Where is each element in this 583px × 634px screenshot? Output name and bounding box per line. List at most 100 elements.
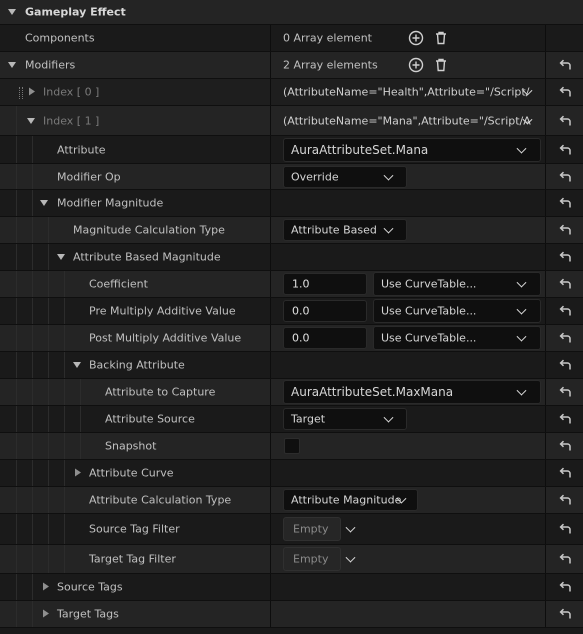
reset-arrow-icon[interactable] <box>558 305 572 317</box>
section-title: Gameplay Effect <box>25 5 126 19</box>
expand-arrow-icon[interactable] <box>8 9 16 15</box>
reset-arrow-icon[interactable] <box>558 440 572 452</box>
target-tag-filter-label: Target Tag Filter <box>89 552 176 566</box>
pre-multiply-input[interactable]: 0.0 <box>283 300 367 322</box>
modifier-magnitude-row[interactable]: Modifier Magnitude <box>0 190 583 217</box>
add-element-icon[interactable] <box>408 57 424 73</box>
backing-attribute-label: Backing Attribute <box>89 358 185 372</box>
pre-multiply-curve-value: Use CurveTable... <box>381 304 477 318</box>
post-multiply-curve-combo[interactable]: Use CurveTable... <box>373 326 541 350</box>
reset-arrow-icon[interactable] <box>558 553 572 565</box>
magnitude-calc-type-row: Magnitude Calculation Type Attribute Bas… <box>0 217 583 244</box>
target-tags-label: Target Tags <box>57 607 119 621</box>
expand-arrow-icon[interactable] <box>73 362 81 368</box>
modifiers-count: 2 Array elements <box>283 58 378 72</box>
reset-arrow-icon[interactable] <box>558 115 572 127</box>
post-multiply-curve-value: Use CurveTable... <box>381 331 477 345</box>
modifiers-label: Modifiers <box>25 58 76 72</box>
modifiers-row[interactable]: Modifiers 2 Array elements <box>0 52 583 79</box>
collapse-arrow-icon[interactable] <box>43 609 49 618</box>
modifier-op-label: Modifier Op <box>57 170 121 183</box>
source-tags-row[interactable]: Source Tags <box>0 574 583 601</box>
reset-arrow-icon[interactable] <box>558 59 572 71</box>
chevron-down-icon <box>516 277 527 288</box>
modifier-op-value: Override <box>291 170 339 183</box>
reset-arrow-icon[interactable] <box>558 171 572 183</box>
reset-arrow-icon[interactable] <box>558 251 572 263</box>
reset-arrow-icon[interactable] <box>558 413 572 425</box>
modifier-op-combo[interactable]: Override <box>283 165 407 188</box>
trash-icon[interactable] <box>433 57 449 73</box>
chevron-down-icon <box>516 304 527 315</box>
post-multiply-row: Post Multiply Additive Value 0.0 Use Cur… <box>0 325 583 352</box>
reset-arrow-icon[interactable] <box>558 197 572 209</box>
reset-arrow-icon[interactable] <box>558 224 572 236</box>
chevron-down-icon[interactable] <box>345 552 356 563</box>
coefficient-input[interactable]: 1.0 <box>283 273 367 295</box>
collapse-arrow-icon[interactable] <box>75 468 81 477</box>
source-tag-filter-box[interactable]: Empty <box>283 517 341 541</box>
attribute-curve-label: Attribute Curve <box>89 466 174 480</box>
coefficient-row: Coefficient 1.0 Use CurveTable... <box>0 271 583 298</box>
attribute-to-capture-combo[interactable]: AuraAttributeSet.MaxMana <box>283 380 541 404</box>
pre-multiply-curve-combo[interactable]: Use CurveTable... <box>373 299 541 323</box>
index-0-summary: (AttributeName="Health",Attribute="/Scri… <box>283 85 530 99</box>
reset-arrow-icon[interactable] <box>558 359 572 371</box>
snapshot-checkbox[interactable] <box>284 438 300 454</box>
coefficient-curve-combo[interactable]: Use CurveTable... <box>373 272 541 296</box>
reset-arrow-icon[interactable] <box>558 581 572 593</box>
attribute-to-capture-row: Attribute to Capture AuraAttributeSet.Ma… <box>0 379 583 406</box>
magnitude-calc-type-label: Magnitude Calculation Type <box>73 223 225 237</box>
expand-arrow-icon[interactable] <box>57 254 65 260</box>
collapse-arrow-icon[interactable] <box>43 582 49 591</box>
components-row: Components 0 Array element <box>0 25 583 52</box>
magnitude-calc-type-value: Attribute Based <box>291 223 377 237</box>
attribute-source-row: Attribute Source Target <box>0 406 583 433</box>
target-tag-filter-box[interactable]: Empty <box>283 547 341 571</box>
reset-arrow-icon[interactable] <box>558 332 572 344</box>
snapshot-row: Snapshot <box>0 433 583 460</box>
attribute-based-magnitude-row[interactable]: Attribute Based Magnitude <box>0 244 583 271</box>
target-tags-row[interactable]: Target Tags <box>0 601 583 628</box>
reset-arrow-icon[interactable] <box>558 278 572 290</box>
reset-arrow-icon[interactable] <box>558 86 572 98</box>
modifier-index-0-row[interactable]: Index [ 0 ] (AttributeName="Health",Attr… <box>0 79 583 106</box>
components-label: Components <box>25 31 95 45</box>
add-element-icon[interactable] <box>408 30 424 46</box>
attribute-source-value: Target <box>291 412 326 426</box>
trash-icon[interactable] <box>433 30 449 46</box>
attribute-value: AuraAttributeSet.Mana <box>291 142 429 157</box>
attribute-to-capture-label: Attribute to Capture <box>105 385 216 399</box>
magnitude-calc-type-combo[interactable]: Attribute Based <box>283 219 407 241</box>
chevron-down-icon[interactable] <box>345 522 356 533</box>
reset-arrow-icon[interactable] <box>558 494 572 506</box>
attribute-calc-type-combo[interactable]: Attribute Magnitude <box>283 489 418 511</box>
pre-multiply-value: 0.0 <box>292 304 310 318</box>
attribute-source-combo[interactable]: Target <box>283 408 407 430</box>
attribute-combo[interactable]: AuraAttributeSet.Mana <box>283 137 541 162</box>
reset-arrow-icon[interactable] <box>558 144 572 156</box>
attribute-curve-row[interactable]: Attribute Curve <box>0 460 583 487</box>
reset-arrow-icon[interactable] <box>558 386 572 398</box>
backing-attribute-row[interactable]: Backing Attribute <box>0 352 583 379</box>
expand-arrow-icon[interactable] <box>40 200 48 206</box>
modifier-index-1-row[interactable]: Index [ 1 ] (AttributeName="Mana",Attrib… <box>0 106 583 136</box>
gameplay-effect-header[interactable]: Gameplay Effect <box>0 0 583 25</box>
source-tags-label: Source Tags <box>57 580 123 594</box>
pre-multiply-row: Pre Multiply Additive Value 0.0 Use Curv… <box>0 298 583 325</box>
target-tag-filter-row: Target Tag Filter Empty <box>0 545 583 574</box>
attribute-calc-type-label: Attribute Calculation Type <box>89 493 232 507</box>
post-multiply-input[interactable]: 0.0 <box>283 327 367 349</box>
reset-arrow-icon[interactable] <box>558 467 572 479</box>
expand-arrow-icon[interactable] <box>27 117 35 124</box>
attribute-label: Attribute <box>57 143 106 156</box>
drag-handle-icon[interactable] <box>19 87 23 99</box>
attribute-source-label: Attribute Source <box>105 412 195 426</box>
reset-arrow-icon[interactable] <box>558 608 572 620</box>
reset-arrow-icon[interactable] <box>558 523 572 535</box>
collapse-arrow-icon[interactable] <box>29 87 35 96</box>
attribute-to-capture-value: AuraAttributeSet.MaxMana <box>291 385 454 399</box>
expand-arrow-icon[interactable] <box>8 62 16 68</box>
post-multiply-label: Post Multiply Additive Value <box>89 331 242 345</box>
attribute-calc-type-value: Attribute Magnitude <box>291 493 402 507</box>
